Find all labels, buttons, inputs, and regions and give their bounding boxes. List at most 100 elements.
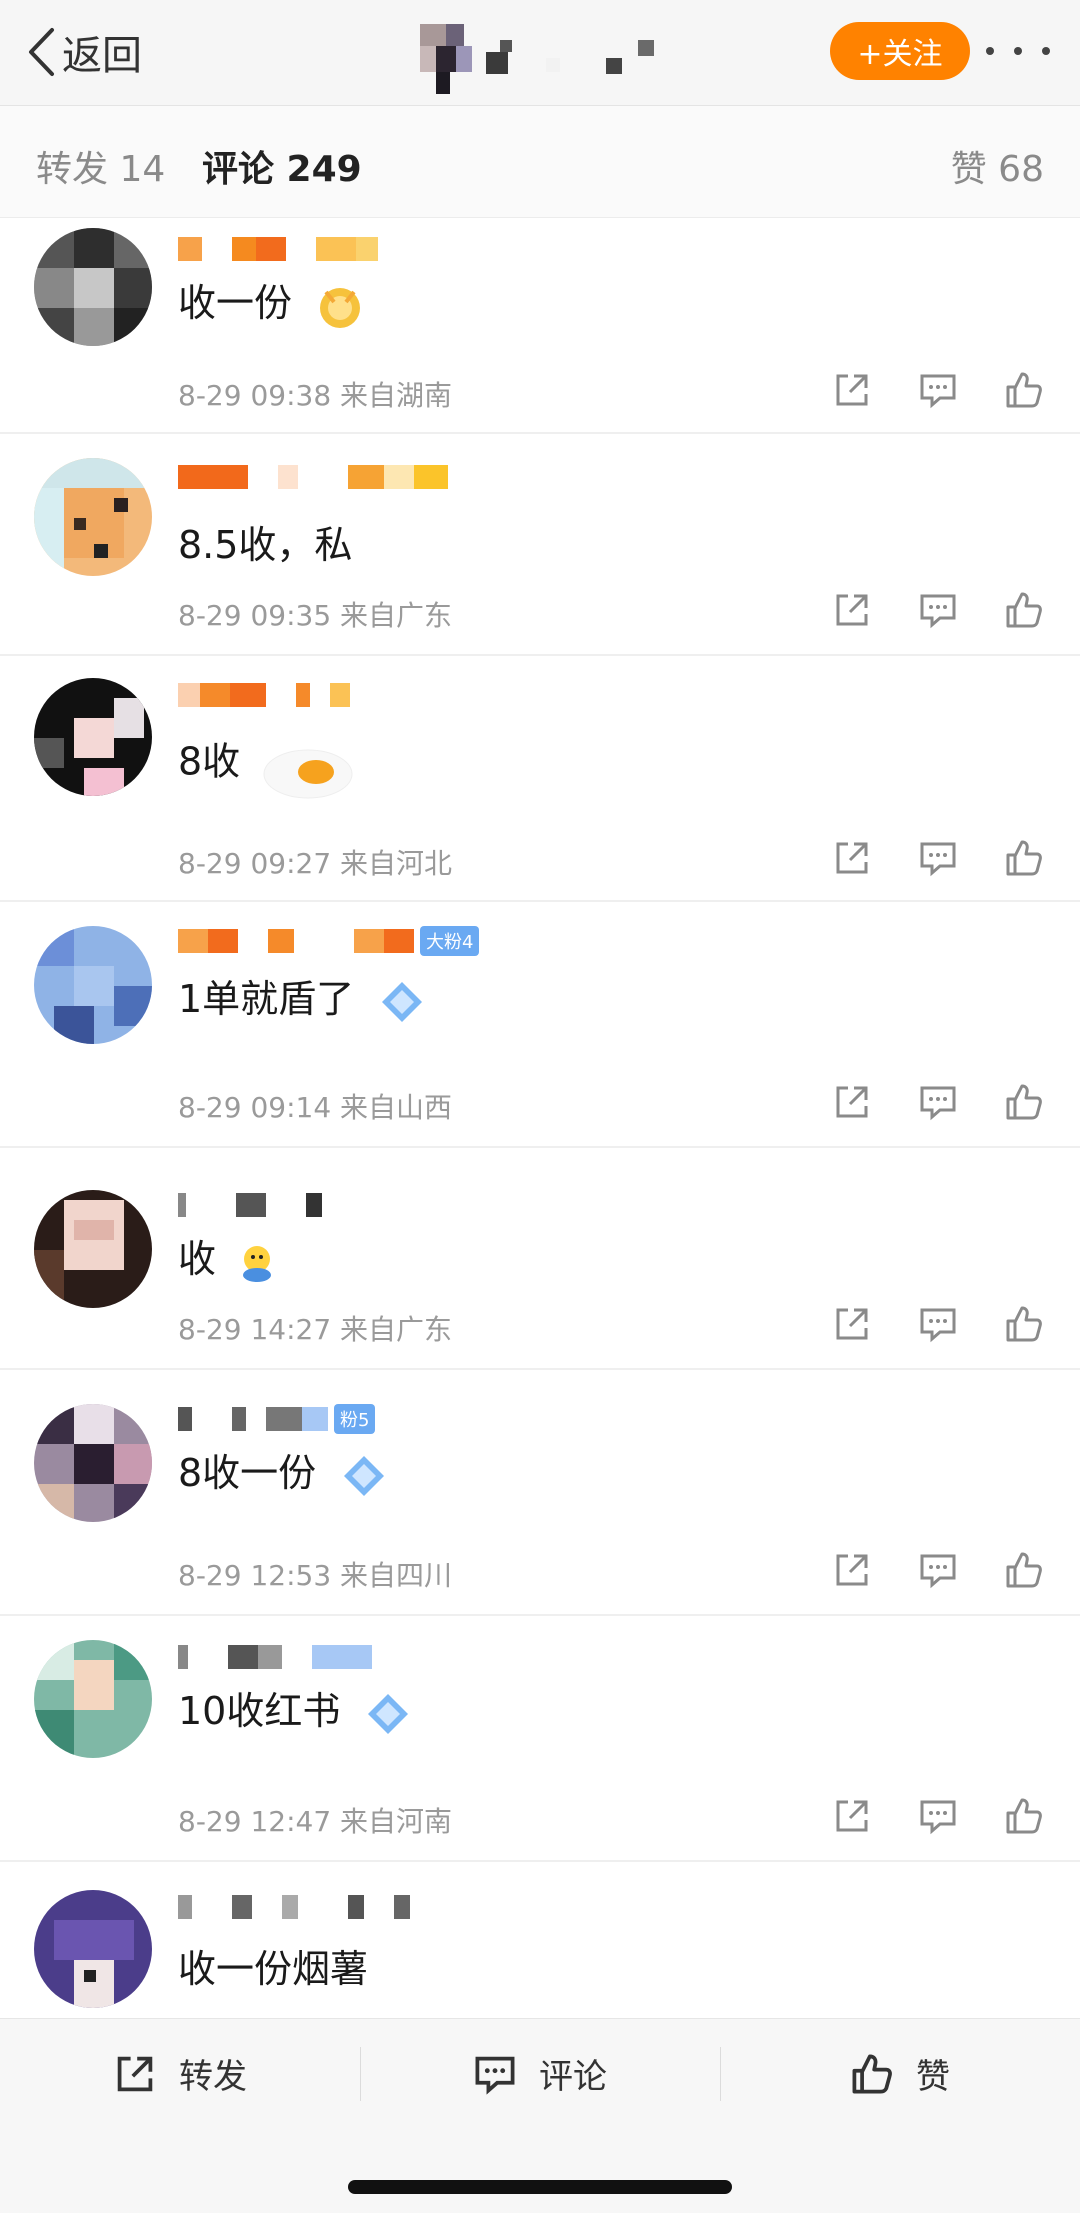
comment-text: 1单就盾了 [178,968,430,1030]
username-pixelated[interactable] [178,1888,410,1926]
like-label: 赞 [916,2057,950,2097]
fan-level-badge: 粉5 [334,1404,376,1434]
fried-egg-icon [263,749,353,799]
comment-actions [832,1550,1044,1590]
thumbs-up-icon[interactable] [1004,1304,1044,1344]
comment-icon [475,2056,515,2095]
username-pixelated[interactable] [178,1186,322,1224]
avatar[interactable] [34,1640,152,1758]
comment-icon[interactable] [918,1550,958,1590]
comment-icon[interactable] [918,1082,958,1122]
comment-meta: 8-29 09:38 来自湖南 [178,379,453,412]
comment-item: 收一份烟薯 [0,1862,1080,2022]
back-button[interactable]: 返回 [26,22,142,82]
blue-diamond-icon [344,1455,385,1496]
like-button[interactable]: 赞 [720,2019,1080,2128]
comment-item: 8.5收，私 8-29 09:35 来自广东 [0,434,1080,656]
poster-name-pixelated [486,36,666,80]
comment-item: 收一份 8-29 09:38 来自湖南 [0,218,1080,434]
duck-emoji-icon [243,1245,272,1282]
comment-text: 8收 [178,724,356,804]
share-icon[interactable] [832,1304,872,1344]
thumbs-up-icon[interactable] [1004,838,1044,878]
thumbs-up-icon[interactable] [1004,1550,1044,1590]
comment-text: 10收红书 [178,1680,416,1742]
comment-text: 8.5收，私 [178,523,353,567]
tab-comment[interactable]: 评论 249 [202,140,362,192]
username-pixelated[interactable] [178,676,350,714]
follow-button[interactable]: +关注 [830,22,970,80]
share-icon [117,2056,153,2091]
comment-actions [832,1796,1044,1836]
comment-item: 8收 8-29 09:27 来自河北 [0,656,1080,902]
home-indicator[interactable] [348,2180,732,2194]
username-pixelated[interactable]: 粉5 [178,1400,376,1438]
avatar[interactable] [34,458,152,576]
avatar[interactable] [34,1890,152,2008]
avatar[interactable] [34,228,152,346]
comment-meta: 8-29 09:14 来自山西 [178,1091,453,1124]
comment-label: 评论 [539,2057,607,2097]
comment-actions [832,838,1044,878]
username-pixelated[interactable] [178,458,448,496]
interaction-tabs: 转发 14 评论 249 赞 68 [0,106,1080,218]
blue-diamond-icon [382,981,423,1022]
username-pixelated[interactable] [178,230,378,268]
comment-text: 收一份烟薯 [178,1947,369,1991]
comment-actions [832,370,1044,410]
username-pixelated[interactable] [178,1638,372,1676]
avatar[interactable] [34,1190,152,1308]
thumbs-up-icon [852,2054,892,2093]
username-pixelated[interactable]: 大粉4 [178,922,480,960]
thumbs-up-icon[interactable] [1004,590,1044,630]
comment-meta: 8-29 12:47 来自河南 [178,1805,453,1838]
share-icon[interactable] [832,838,872,878]
comment-text: 收一份 [178,272,368,334]
more-options-icon[interactable] [986,28,1050,74]
comment-icon[interactable] [918,370,958,410]
share-icon[interactable] [832,1550,872,1590]
comment-meta: 8-29 09:27 来自河北 [178,847,453,880]
avatar[interactable] [34,678,152,796]
comment-icon[interactable] [918,590,958,630]
comment-text: 收 [178,1228,278,1283]
comment-item: 收 8-29 14:27 来自广东 [0,1148,1080,1370]
comment-list: 收一份 8-29 09:38 来自湖南 8.5收，私 8-29 09:35 来自… [0,218,1080,2022]
comment-actions [832,590,1044,630]
comment-meta: 8-29 14:27 来自广东 [178,1313,453,1346]
comment-item: 10收红书 8-29 12:47 来自河南 [0,1616,1080,1862]
thumbs-up-icon[interactable] [1004,1082,1044,1122]
share-icon[interactable] [832,590,872,630]
repost-button[interactable]: 转发 [0,2019,360,2128]
comment-meta: 8-29 09:35 来自广东 [178,599,453,632]
comment-actions [832,1082,1044,1122]
fan-level-badge: 大粉4 [420,926,480,956]
repost-label: 转发 [179,2057,247,2097]
comment-actions [832,1304,1044,1344]
tab-repost[interactable]: 转发 14 [36,140,165,192]
blue-diamond-icon [368,1693,409,1734]
poster-avatar[interactable] [420,24,472,94]
tab-like[interactable]: 赞 68 [951,140,1044,192]
comment-button[interactable]: 评论 [360,2019,720,2128]
share-icon[interactable] [832,370,872,410]
comment-item: 粉5 8收一份 8-29 12:53 来自四川 [0,1370,1080,1616]
thumbs-up-icon[interactable] [1004,370,1044,410]
comment-icon[interactable] [918,1796,958,1836]
share-icon[interactable] [832,1082,872,1122]
thumbs-up-icon[interactable] [1004,1796,1044,1836]
comment-icon[interactable] [918,838,958,878]
home-indicator-area [0,2128,1080,2213]
comment-item: 大粉4 1单就盾了 8-29 09:14 来自山西 [0,902,1080,1148]
back-label: 返回 [62,33,142,79]
nav-bar: 返回 +关注 [0,0,1080,106]
comment-meta: 8-29 12:53 来自四川 [178,1559,453,1592]
comment-icon[interactable] [918,1304,958,1344]
chevron-left-icon [29,28,54,76]
comment-text: 8收一份 [178,1442,392,1504]
avatar[interactable] [34,1404,152,1522]
gold-medal-icon [320,287,361,328]
avatar[interactable] [34,926,152,1044]
share-icon[interactable] [832,1796,872,1836]
bottom-action-bar: 转发 评论 赞 [0,2018,1080,2128]
